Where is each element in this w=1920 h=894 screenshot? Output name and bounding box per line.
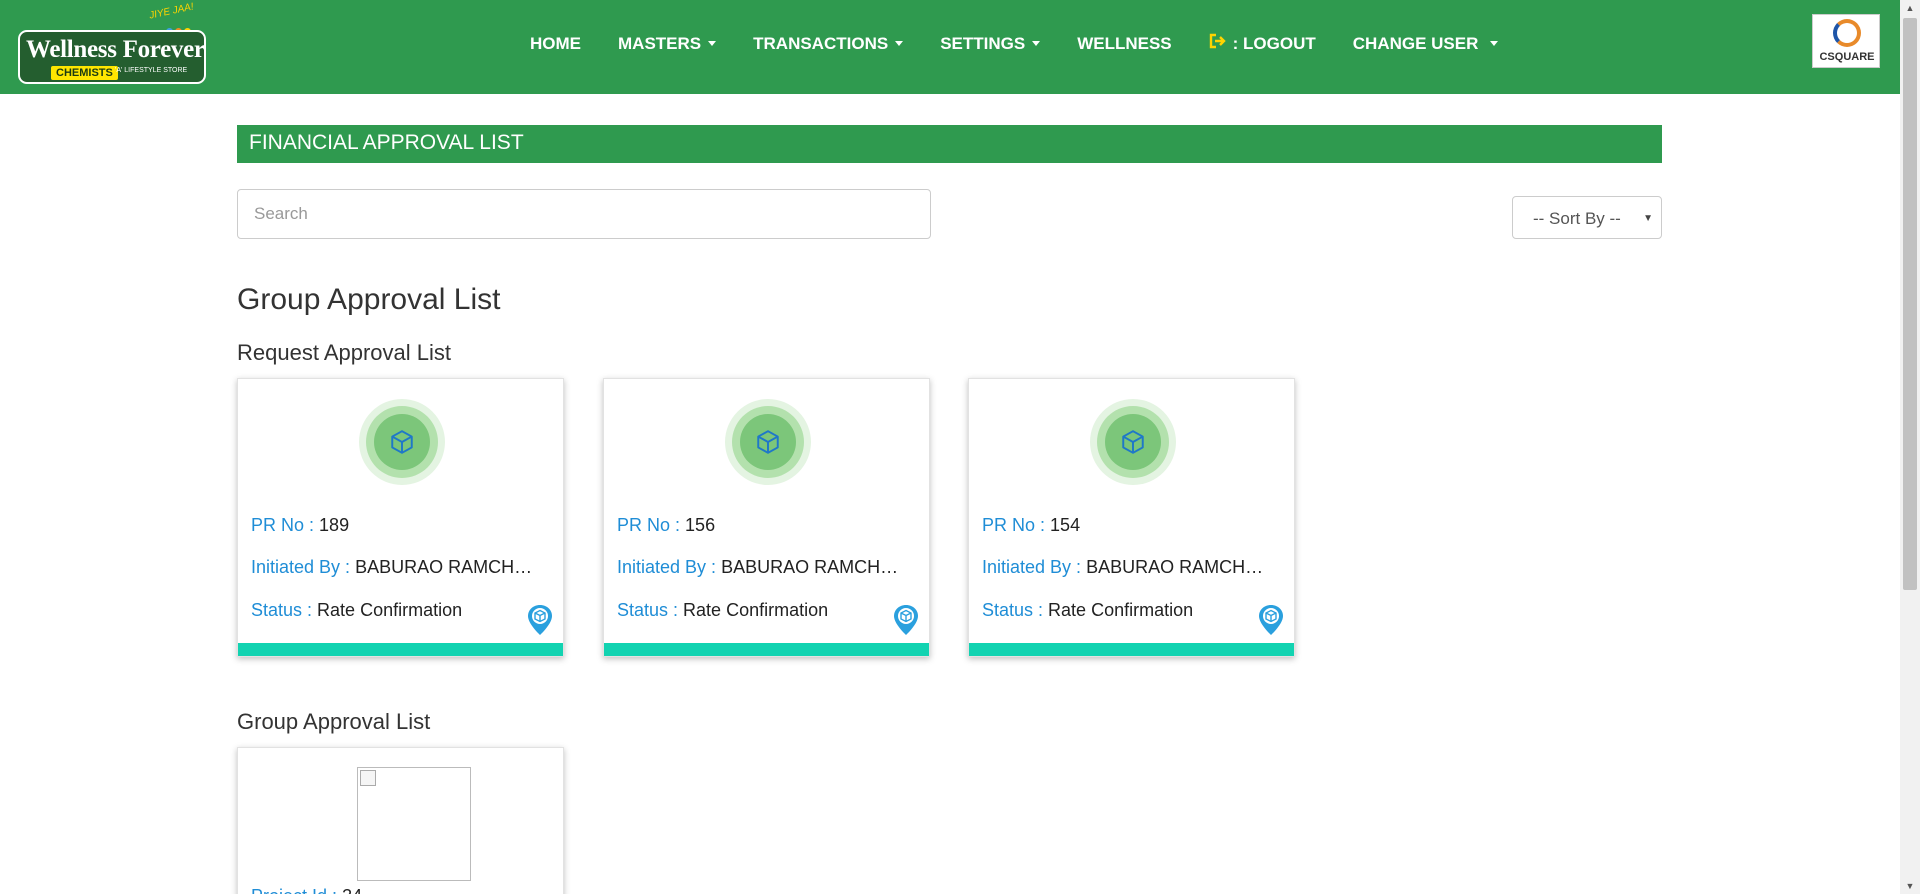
- initiated-by: Initiated By : BABURAO RAMCH…: [617, 557, 899, 577]
- group-card[interactable]: Project Id : 34: [237, 747, 564, 894]
- nav-change-user-label: CHANGE USER: [1352, 33, 1479, 53]
- request-card[interactable]: PR No : 156 Initiated By : BABURAO RAMCH…: [603, 378, 930, 657]
- group-approval-subheading: Group Approval List: [237, 709, 431, 734]
- logo-store: 'A' LIFESTYLE STORE: [115, 67, 188, 74]
- scroll-up-arrow-icon[interactable]: ▲: [1900, 0, 1920, 16]
- status: Status : Rate Confirmation: [982, 600, 1194, 620]
- logo-chemists: CHEMISTS: [51, 66, 118, 80]
- nav-wellness-label: WELLNESS: [1077, 33, 1172, 53]
- nav-masters[interactable]: MASTERS: [618, 33, 717, 54]
- nav-logout[interactable]: : LOGOUT: [1209, 33, 1316, 54]
- csquare-text: CSQUARE: [1819, 51, 1875, 63]
- nav-settings-label: SETTINGS: [940, 33, 1026, 53]
- nav-change-user[interactable]: CHANGE USER: [1353, 33, 1499, 54]
- pr-number: PR No : 154: [982, 515, 1081, 535]
- csquare-mark: [1833, 19, 1861, 47]
- map-pin-cube-icon[interactable]: [527, 604, 553, 636]
- logo-tagline: JIYE JAA!: [148, 1, 195, 22]
- chevron-down-icon: [895, 41, 904, 46]
- project-id: Project Id : 34: [251, 886, 362, 894]
- nav-transactions[interactable]: TRANSACTIONS: [753, 33, 904, 54]
- map-pin-cube-icon[interactable]: [1258, 604, 1284, 636]
- project-image: [357, 767, 471, 881]
- nav-logout-label: : LOGOUT: [1232, 33, 1316, 53]
- cube-badge: [359, 399, 445, 485]
- map-pin-cube-icon[interactable]: [893, 604, 919, 636]
- page-title: FINANCIAL APPROVAL LIST: [237, 125, 1662, 163]
- logo-text: Wellness Forever: [26, 36, 205, 63]
- request-card[interactable]: PR No : 189 Initiated By : BABURAO RAMCH…: [237, 378, 564, 657]
- cube-icon: [757, 430, 779, 454]
- nav-settings[interactable]: SETTINGS: [940, 33, 1041, 54]
- nav-transactions-label: TRANSACTIONS: [753, 33, 889, 53]
- logo-box: Wellness Forever CHEMISTS 'A' LIFESTYLE …: [18, 30, 206, 84]
- sort-by-select[interactable]: -- Sort By -- ▼: [1512, 196, 1662, 239]
- request-card[interactable]: PR No : 154 Initiated By : BABURAO RAMCH…: [968, 378, 1295, 657]
- scroll-thumb[interactable]: [1903, 18, 1917, 590]
- broken-image-icon: [360, 770, 376, 786]
- request-approval-heading: Request Approval List: [237, 340, 452, 365]
- pr-number: PR No : 156: [617, 515, 716, 535]
- initiated-by: Initiated By : BABURAO RAMCH…: [982, 557, 1264, 577]
- nav-home-label: HOME: [530, 33, 581, 53]
- pr-number: PR No : 189: [251, 515, 350, 535]
- csquare-logo: CSQUARE: [1812, 14, 1880, 68]
- nav-home[interactable]: HOME: [530, 33, 581, 54]
- logout-icon: [1209, 33, 1227, 54]
- card-accent-bar: [604, 643, 929, 656]
- initiated-by: Initiated By : BABURAO RAMCH…: [251, 557, 533, 577]
- chevron-down-icon: [1490, 41, 1499, 46]
- cube-badge: [725, 399, 811, 485]
- top-navbar: JIYE JAA! Wellness Forever CHEMISTS 'A' …: [0, 0, 1900, 94]
- search-input[interactable]: [237, 189, 931, 239]
- cube-icon: [391, 430, 413, 454]
- page-scrollbar[interactable]: ▲ ▼: [1900, 0, 1920, 894]
- main-nav: HOME MASTERS TRANSACTIONS SETTINGS WELLN…: [530, 33, 1535, 54]
- card-accent-bar: [969, 643, 1294, 656]
- chevron-down-icon: ▼: [1643, 213, 1653, 224]
- status: Status : Rate Confirmation: [251, 600, 463, 620]
- chevron-down-icon: [1032, 41, 1041, 46]
- nav-wellness[interactable]: WELLNESS: [1077, 33, 1171, 54]
- chevron-down-icon: [708, 41, 717, 46]
- nav-masters-label: MASTERS: [618, 33, 702, 53]
- sort-by-label: -- Sort By --: [1533, 209, 1621, 228]
- group-approval-heading: Group Approval List: [237, 283, 501, 316]
- cube-icon: [1122, 430, 1144, 454]
- wellness-forever-logo[interactable]: JIYE JAA! Wellness Forever CHEMISTS 'A' …: [18, 1, 206, 84]
- cube-badge: [1090, 399, 1176, 485]
- scroll-down-arrow-icon[interactable]: ▼: [1900, 878, 1920, 894]
- card-accent-bar: [238, 643, 563, 656]
- status: Status : Rate Confirmation: [617, 600, 829, 620]
